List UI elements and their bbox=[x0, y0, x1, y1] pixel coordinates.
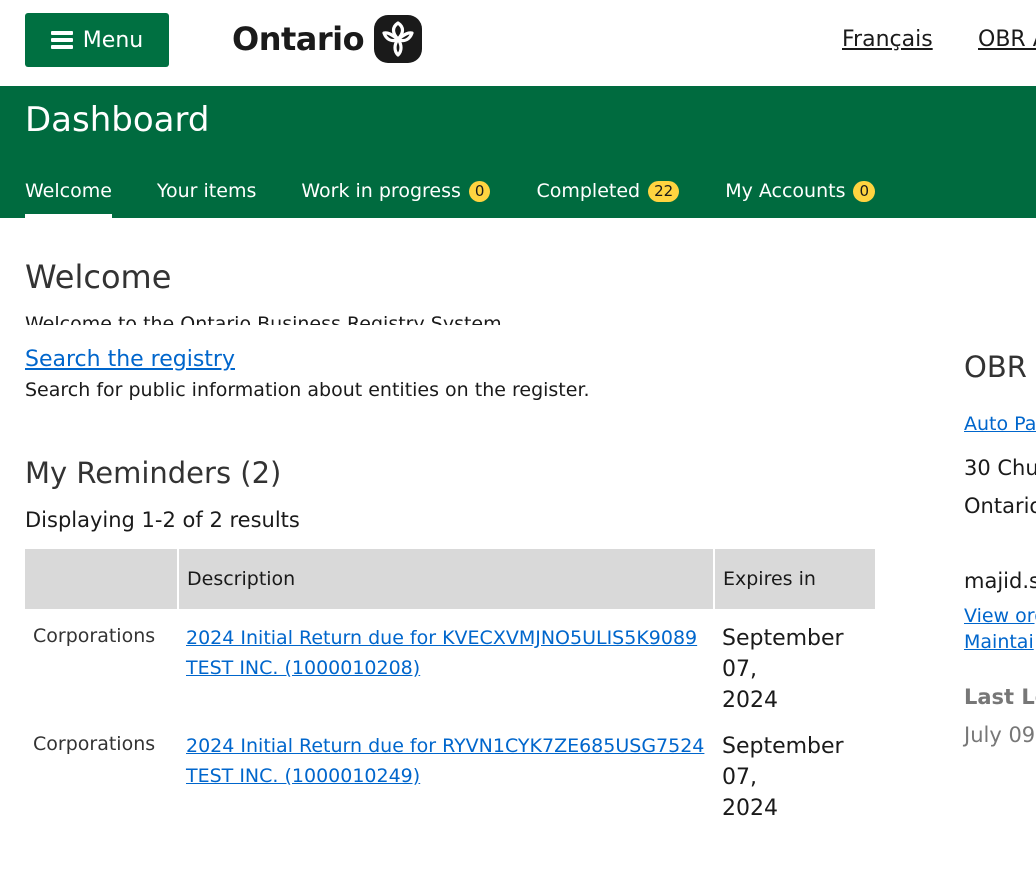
logo-text: Ontario bbox=[232, 20, 365, 58]
address-line-1: 30 Chu bbox=[964, 456, 1036, 480]
expires-year: 2024 bbox=[722, 796, 778, 821]
tab-label: Completed bbox=[536, 180, 641, 202]
dashboard-band: Dashboard Welcome Your items Work in pro… bbox=[0, 86, 1036, 218]
description-cell: 2024 Initial Return due for RYVN1CYK7ZE6… bbox=[178, 717, 714, 825]
welcome-text: Welcome to the Ontario Business Registry… bbox=[25, 313, 625, 325]
reminder-link-line2: TEST INC. (1000010208) bbox=[186, 657, 421, 679]
tab-welcome[interactable]: Welcome bbox=[25, 180, 112, 218]
table-header-row: Description Expires in bbox=[25, 549, 875, 609]
entity-type-cell: Corporations bbox=[33, 625, 156, 647]
search-registry-link[interactable]: Search the registry bbox=[25, 347, 235, 372]
reminders-table: Description Expires in Corporations 2024… bbox=[25, 549, 875, 825]
address-line-2: Ontario bbox=[964, 494, 1036, 518]
reminder-link[interactable]: 2024 Initial Return due for KVECXVMJNO5U… bbox=[186, 627, 697, 679]
tab-your-items[interactable]: Your items bbox=[157, 180, 256, 218]
menu-button[interactable]: Menu bbox=[25, 13, 169, 67]
francais-link[interactable]: Français bbox=[842, 27, 933, 52]
tab-label: My Accounts bbox=[725, 180, 846, 202]
description-cell: 2024 Initial Return due for KVECXVMJNO5U… bbox=[178, 609, 714, 717]
tab-completed[interactable]: Completed 22 bbox=[536, 180, 680, 218]
count-badge: 0 bbox=[468, 181, 491, 202]
reminder-link-line1: 2024 Initial Return due for KVECXVMJNO5U… bbox=[186, 627, 698, 649]
search-description: Search for public information about enti… bbox=[25, 379, 590, 401]
expires-date: September 07, bbox=[722, 734, 844, 790]
expires-year: 2024 bbox=[722, 688, 778, 713]
count-badge: 22 bbox=[648, 181, 680, 202]
account-email: majid.s bbox=[964, 569, 1036, 593]
tab-my-accounts[interactable]: My Accounts 0 bbox=[725, 180, 876, 218]
view-org-line2: Maintai bbox=[964, 631, 1034, 653]
view-org-line1: View org bbox=[964, 605, 1036, 627]
welcome-text-content: Welcome to the Ontario Business Registry… bbox=[25, 313, 502, 325]
entity-type-cell: Corporations bbox=[33, 733, 156, 755]
expires-date: September 07, bbox=[722, 626, 844, 682]
reminder-link[interactable]: 2024 Initial Return due for RYVN1CYK7ZE6… bbox=[186, 735, 704, 787]
tab-work-in-progress[interactable]: Work in progress 0 bbox=[301, 180, 491, 218]
count-badge: 0 bbox=[853, 181, 876, 202]
welcome-heading: Welcome bbox=[25, 258, 172, 296]
column-header-expires: Expires in bbox=[713, 549, 875, 609]
tab-label: Work in progress bbox=[301, 180, 461, 202]
dashboard-tabs: Welcome Your items Work in progress 0 Co… bbox=[25, 180, 876, 218]
results-count: Displaying 1-2 of 2 results bbox=[25, 508, 300, 532]
last-login-label: Last Lo bbox=[964, 685, 1036, 709]
ontario-logo[interactable]: Ontario bbox=[232, 13, 423, 65]
top-header: Menu Ontario Français OBR A bbox=[0, 0, 1036, 86]
obr-account-heading: OBR / bbox=[964, 350, 1036, 384]
reminder-link-line1: 2024 Initial Return due for RYVN1CYK7ZE6… bbox=[186, 735, 705, 757]
expires-cell: September 07, 2024 bbox=[714, 609, 875, 717]
menu-label: Menu bbox=[82, 27, 144, 53]
column-header-type bbox=[25, 549, 178, 609]
table-row: Corporations 2024 Initial Return due for… bbox=[25, 609, 875, 717]
page-title: Dashboard bbox=[25, 100, 210, 140]
auto-pay-link[interactable]: Auto Pa bbox=[964, 413, 1036, 435]
last-login-date: July 09, bbox=[964, 723, 1036, 747]
view-org-link[interactable]: View org Maintai bbox=[964, 603, 1036, 655]
column-header-description: Description bbox=[177, 549, 714, 609]
table-row: Corporations 2024 Initial Return due for… bbox=[25, 717, 875, 825]
tab-label: Your items bbox=[156, 180, 257, 202]
hamburger-icon bbox=[50, 31, 73, 49]
expires-cell: September 07, 2024 bbox=[714, 717, 875, 825]
tab-label: Welcome bbox=[25, 180, 112, 202]
reminder-link-line2: TEST INC. (1000010249) bbox=[186, 765, 421, 787]
obr-account-link[interactable]: OBR A bbox=[978, 27, 1036, 52]
trillium-icon bbox=[374, 15, 423, 63]
reminders-heading: My Reminders (2) bbox=[25, 456, 282, 490]
